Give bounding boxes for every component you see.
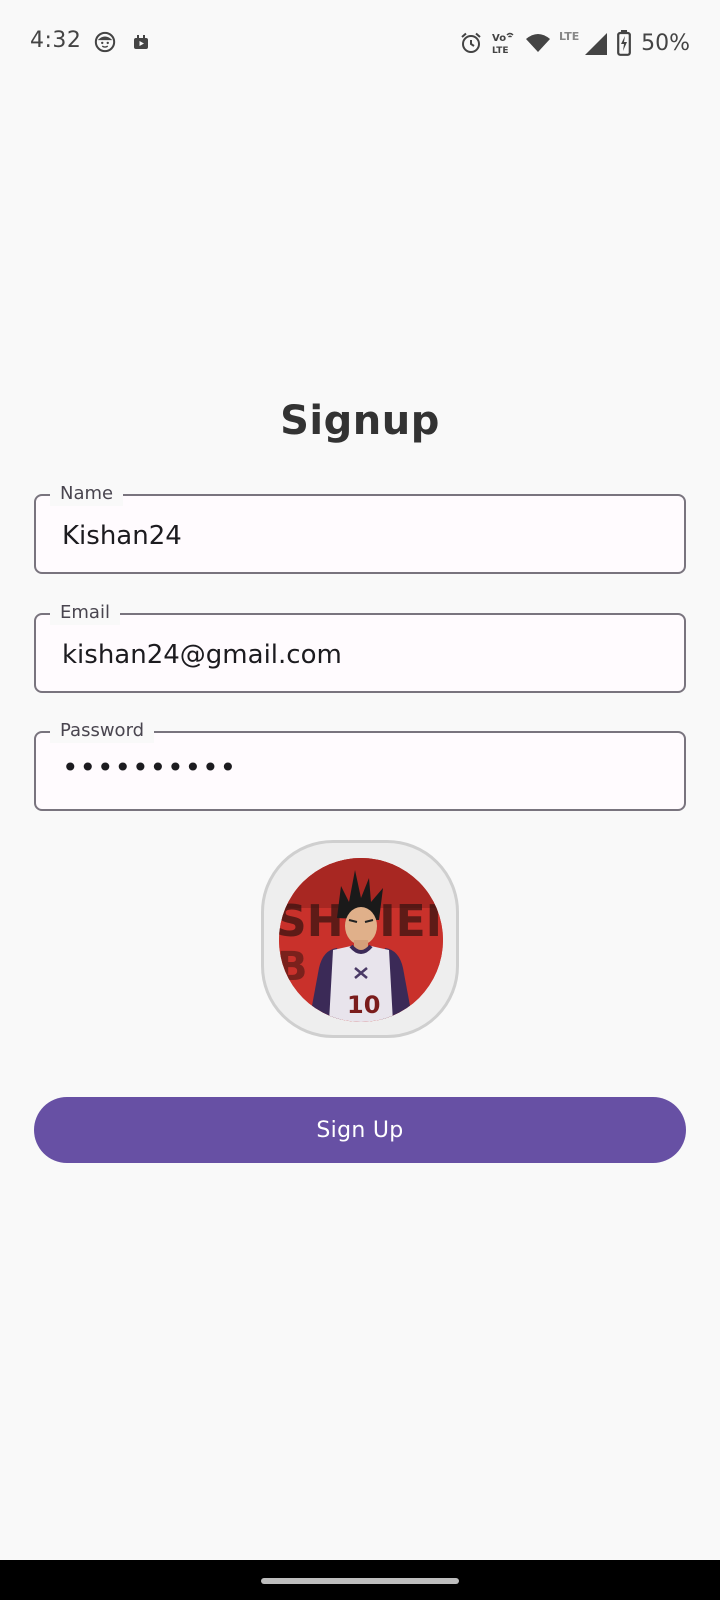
- password-field-label: Password: [50, 719, 155, 743]
- battery-percent: 50%: [641, 30, 690, 56]
- battery-charging-icon: [617, 30, 631, 56]
- alarm-icon: [461, 32, 481, 53]
- password-field[interactable]: Password ••••••••••: [34, 719, 686, 811]
- email-field-label: Email: [50, 601, 120, 625]
- avatar-picker[interactable]: SHUIEI B 10: [261, 840, 459, 1038]
- avatar-illustration: SHUIEI B 10: [279, 858, 443, 1022]
- volte-bottom-label: LTE: [492, 46, 509, 56]
- password-field-value[interactable]: ••••••••••: [62, 753, 237, 783]
- media-notification-icon: [134, 35, 148, 49]
- email-field-value[interactable]: kishan24@gmail.com: [62, 640, 342, 670]
- svg-text:B: B: [279, 944, 308, 990]
- sign-up-button[interactable]: Sign Up: [34, 1097, 686, 1163]
- face-notification-icon: [94, 31, 116, 53]
- status-icons: Vo LTE LTE 50%: [459, 28, 690, 58]
- page-title: Signup: [280, 398, 440, 444]
- name-field-value[interactable]: Kishan24: [62, 521, 182, 551]
- email-field[interactable]: Email kishan24@gmail.com: [34, 601, 686, 693]
- navigation-bar: [0, 1560, 720, 1600]
- home-gesture-handle[interactable]: [261, 1578, 459, 1584]
- status-time: 4:32: [30, 28, 82, 53]
- lte-signal-icon: LTE: [559, 30, 608, 55]
- status-bar: 4:32 Vo LTE LTE 50%: [0, 0, 720, 84]
- name-field[interactable]: Name Kishan24: [34, 482, 686, 574]
- volte-icon: Vo LTE: [492, 32, 514, 56]
- lte-label: LTE: [559, 30, 579, 43]
- name-field-label: Name: [50, 482, 124, 506]
- volte-top-label: Vo: [492, 33, 506, 44]
- wifi-icon: [526, 34, 551, 52]
- avatar-jersey-number: 10: [347, 991, 380, 1019]
- avatar-image: SHUIEI B 10: [279, 858, 443, 1022]
